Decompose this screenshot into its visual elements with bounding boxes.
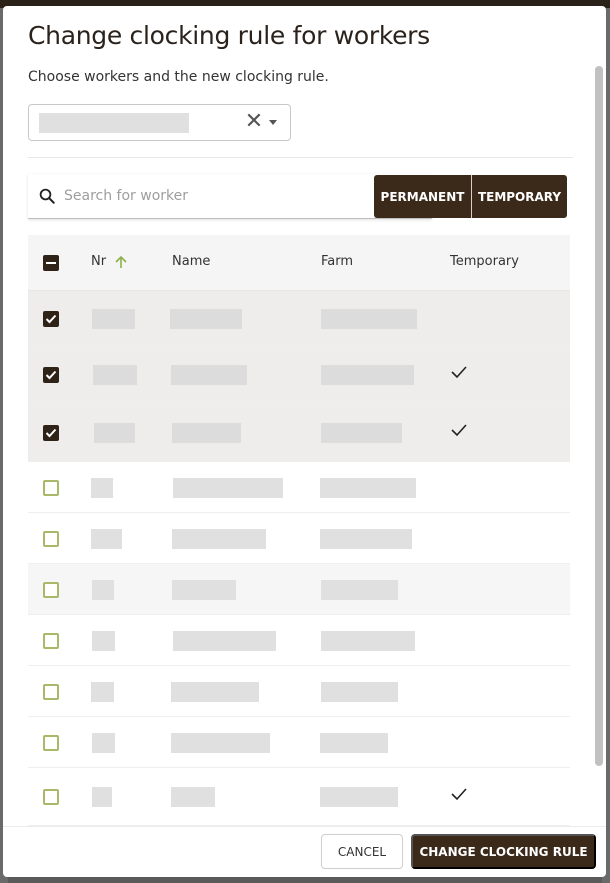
row-checkbox[interactable] <box>43 735 59 751</box>
row-checkbox[interactable] <box>43 480 59 496</box>
change-clocking-rule-button[interactable]: CHANGE CLOCKING RULE <box>411 834 596 869</box>
table-row[interactable] <box>28 717 570 768</box>
worker-farm-redacted <box>320 478 416 498</box>
table-row[interactable] <box>28 768 570 826</box>
worker-number-redacted <box>92 733 115 753</box>
row-checkbox[interactable] <box>43 367 59 383</box>
clocking-rule-select[interactable]: ✕ <box>28 104 291 141</box>
worker-name-redacted <box>172 529 266 549</box>
worker-name-redacted <box>170 309 242 329</box>
table-row[interactable] <box>28 462 570 513</box>
dialog-scrollbar[interactable] <box>595 66 603 766</box>
table-row[interactable] <box>28 291 570 346</box>
worker-farm-redacted <box>320 529 412 549</box>
column-header-name[interactable]: Name <box>172 254 210 269</box>
worker-number-redacted <box>92 309 135 329</box>
worker-number-redacted <box>92 580 114 600</box>
worker-name-redacted <box>171 787 215 807</box>
row-checkbox[interactable] <box>43 789 59 805</box>
worker-farm-redacted <box>320 787 398 807</box>
worker-name-redacted <box>173 631 276 651</box>
table-row[interactable] <box>28 666 570 717</box>
temporary-check-icon <box>451 366 467 379</box>
table-row[interactable] <box>28 513 570 564</box>
worker-farm-redacted <box>321 631 415 651</box>
row-checkbox[interactable] <box>43 633 59 649</box>
search-input[interactable] <box>64 182 364 210</box>
table-row[interactable] <box>28 404 570 462</box>
worker-name-redacted <box>173 478 283 498</box>
worker-name-redacted <box>171 365 247 385</box>
row-checkbox[interactable] <box>43 684 59 700</box>
worker-name-redacted <box>172 423 241 443</box>
sort-ascending-icon[interactable] <box>114 254 128 270</box>
worker-name-redacted <box>172 580 236 600</box>
dialog-title: Change clocking rule for workers <box>28 21 430 50</box>
worker-number-redacted <box>94 423 135 443</box>
worker-farm-redacted <box>320 733 388 753</box>
temporary-check-icon <box>451 424 467 437</box>
dialog-subtitle: Choose workers and the new clocking rule… <box>28 69 329 85</box>
footer-divider <box>3 826 606 827</box>
section-divider <box>28 157 573 158</box>
worker-search-box <box>28 174 432 219</box>
temporary-filter-button[interactable]: TEMPORARY <box>471 175 567 218</box>
column-header-nr[interactable]: Nr <box>91 254 106 269</box>
row-checkbox[interactable] <box>43 582 59 598</box>
worker-number-redacted <box>92 631 115 651</box>
worker-number-redacted <box>93 365 137 385</box>
worker-number-redacted <box>92 787 112 807</box>
dropdown-caret-icon[interactable] <box>269 120 277 125</box>
select-all-checkbox[interactable] <box>43 255 59 271</box>
row-checkbox[interactable] <box>43 311 59 327</box>
temporary-check-icon <box>451 788 467 801</box>
worker-farm-redacted <box>321 423 402 443</box>
clear-icon[interactable]: ✕ <box>243 110 265 134</box>
worker-name-redacted <box>171 733 270 753</box>
worker-farm-redacted <box>321 365 414 385</box>
selected-rule-redacted <box>39 113 189 133</box>
column-header-temporary[interactable]: Temporary <box>450 254 519 269</box>
search-icon <box>39 188 55 204</box>
worker-farm-redacted <box>321 682 398 702</box>
workers-table: Nr Name Farm Temporary <box>28 235 570 835</box>
worker-name-redacted <box>171 682 259 702</box>
worker-farm-redacted <box>321 309 417 329</box>
cancel-button[interactable]: CANCEL <box>321 834 403 869</box>
table-header: Nr Name Farm Temporary <box>28 235 570 291</box>
permanent-filter-button[interactable]: PERMANENT <box>374 175 471 218</box>
worker-number-redacted <box>91 682 114 702</box>
table-row[interactable] <box>28 564 570 615</box>
worker-number-redacted <box>91 529 122 549</box>
worker-farm-redacted <box>321 580 398 600</box>
change-clocking-rule-dialog: Change clocking rule for workers Choose … <box>3 6 606 877</box>
worker-type-filter: PERMANENT TEMPORARY <box>374 175 567 218</box>
worker-number-redacted <box>91 478 113 498</box>
row-checkbox[interactable] <box>43 531 59 547</box>
table-row[interactable] <box>28 615 570 666</box>
column-header-farm[interactable]: Farm <box>321 254 353 269</box>
row-checkbox[interactable] <box>43 425 59 441</box>
table-row[interactable] <box>28 346 570 404</box>
